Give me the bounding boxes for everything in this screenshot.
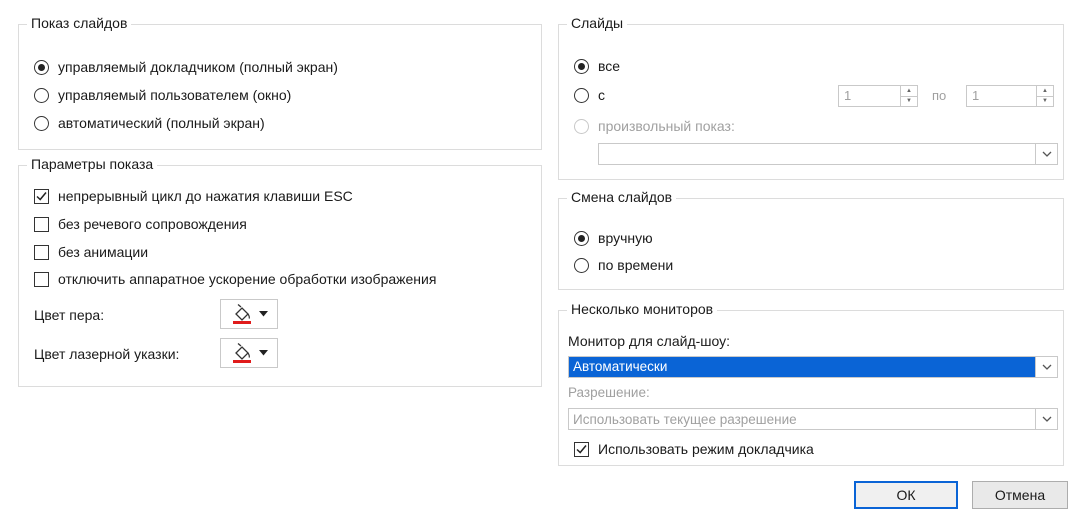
monitors-title: Несколько мониторов (567, 301, 718, 317)
radio-timings[interactable]: по времени (574, 257, 673, 273)
pen-color-label: Цвет пера: (34, 307, 105, 323)
laser-color-button[interactable] (220, 338, 278, 368)
radio-timings-button[interactable] (574, 257, 589, 273)
check-presenter-view-label: Использовать режим докладчика (598, 441, 814, 457)
chevron-down-icon (1042, 416, 1051, 422)
radio-custom-show-button[interactable] (574, 118, 589, 134)
spin-down-icon[interactable]: ▼ (901, 95, 917, 107)
radio-manual[interactable]: вручную (574, 230, 653, 246)
advance-title: Смена слайдов (567, 189, 677, 205)
paint-bucket-icon (232, 343, 251, 363)
custom-show-select[interactable] (598, 143, 1058, 165)
check-hw-accel[interactable]: отключить аппаратное ускорение обработки… (34, 271, 436, 287)
check-presenter-view[interactable]: Использовать режим докладчика (574, 441, 814, 457)
pen-color-button[interactable] (220, 299, 278, 329)
radio-custom-show-label: произвольный показ: (598, 118, 735, 134)
monitor-value: Автоматически (569, 357, 1035, 377)
radio-manual-button[interactable] (574, 230, 589, 246)
to-spinner[interactable]: 1 ▲ ▼ (966, 85, 1054, 107)
radio-timings-label: по времени (598, 257, 674, 273)
checkmark-icon (36, 191, 47, 201)
radio-from[interactable]: с (574, 87, 605, 103)
radio-presenter[interactable]: управляемый докладчиком (полный экран) (34, 59, 338, 75)
check-no-animation-box[interactable] (34, 244, 49, 260)
radio-automatic-button[interactable] (34, 115, 49, 131)
check-no-animation-label: без анимации (58, 244, 149, 260)
spin-down-icon[interactable]: ▼ (1037, 95, 1053, 107)
from-value: 1 (844, 88, 852, 103)
check-no-narration-label: без речевого сопровождения (58, 216, 247, 232)
check-presenter-view-box[interactable] (574, 441, 589, 457)
checkmark-icon (576, 444, 587, 454)
check-no-narration-box[interactable] (34, 216, 49, 232)
check-loop-box[interactable] (34, 188, 49, 204)
show-type-title: Показ слайдов (27, 15, 132, 31)
radio-all-slides[interactable]: все (574, 58, 620, 74)
check-hw-accel-box[interactable] (34, 271, 49, 287)
radio-presenter-label: управляемый докладчиком (полный экран) (58, 59, 338, 75)
radio-user[interactable]: управляемый пользователем (окно) (34, 87, 291, 103)
check-loop[interactable]: непрерывный цикл до нажатия клавиши ESC (34, 188, 353, 204)
from-spinner[interactable]: 1 ▲ ▼ (838, 85, 918, 107)
to-label: по (932, 88, 947, 103)
radio-automatic[interactable]: автоматический (полный экран) (34, 115, 265, 131)
check-loop-label: непрерывный цикл до нажатия клавиши ESC (58, 188, 353, 204)
chevron-down-icon (258, 311, 268, 317)
check-no-animation[interactable]: без анимации (34, 244, 148, 260)
chevron-down-icon (1042, 364, 1051, 370)
radio-manual-label: вручную (598, 230, 653, 246)
monitor-label: Монитор для слайд-шоу: (568, 333, 731, 349)
chevron-down-icon (1042, 151, 1051, 157)
radio-from-button[interactable] (574, 87, 589, 103)
resolution-value: Использовать текущее разрешение (573, 411, 797, 427)
radio-all-slides-label: все (598, 58, 621, 74)
radio-automatic-label: автоматический (полный экран) (58, 115, 265, 131)
check-no-narration[interactable]: без речевого сопровождения (34, 216, 247, 232)
radio-user-button[interactable] (34, 87, 49, 103)
resolution-select[interactable]: Использовать текущее разрешение (568, 408, 1058, 430)
laser-color-label: Цвет лазерной указки: (34, 346, 180, 362)
cancel-button[interactable]: Отмена (972, 481, 1068, 509)
radio-from-label: с (598, 87, 605, 103)
paint-bucket-icon (232, 304, 251, 324)
resolution-label: Разрешение: (568, 385, 650, 400)
to-value: 1 (972, 88, 980, 103)
slides-title: Слайды (567, 15, 628, 31)
radio-custom-show[interactable]: произвольный показ: (574, 118, 735, 134)
radio-all-slides-button[interactable] (574, 58, 589, 74)
check-hw-accel-label: отключить аппаратное ускорение обработки… (58, 271, 437, 287)
spin-up-icon[interactable]: ▲ (1037, 86, 1053, 96)
radio-presenter-button[interactable] (34, 59, 49, 75)
radio-user-label: управляемый пользователем (окно) (58, 87, 292, 103)
ok-button[interactable]: ОК (854, 481, 958, 509)
monitor-select[interactable]: Автоматически (568, 356, 1058, 378)
show-options-title: Параметры показа (27, 156, 158, 172)
spin-up-icon[interactable]: ▲ (901, 86, 917, 96)
chevron-down-icon (258, 350, 268, 356)
